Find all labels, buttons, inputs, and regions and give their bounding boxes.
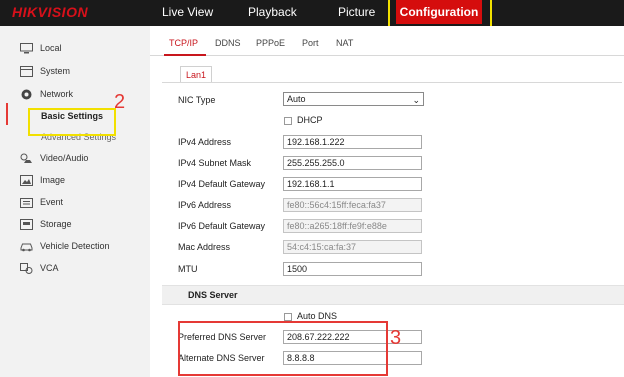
sidebar-item-video-audio[interactable]: Video/Audio — [0, 150, 150, 170]
mtu-label: MTU — [178, 264, 198, 274]
sidebar-item-label: Local — [40, 43, 62, 53]
ipv4-mask-label: IPv4 Subnet Mask — [178, 158, 252, 168]
sidebar-item-label: System — [40, 66, 71, 76]
ipv4-address-label: IPv4 Address — [178, 137, 232, 147]
network-icon — [21, 89, 32, 100]
tab-ddns[interactable]: DDNS — [215, 38, 241, 48]
dhcp-label: DHCP — [297, 115, 323, 125]
ipv6-gateway-field: fe80::a265:18ff:fe9f:e88e — [283, 219, 422, 233]
sidebar-item-label: Network — [40, 89, 74, 99]
annotation-box-3 — [178, 321, 388, 376]
nic-type-value: Auto — [287, 94, 306, 104]
dhcp-checkbox[interactable] — [284, 117, 292, 125]
system-icon — [20, 66, 33, 77]
mac-address-label: Mac Address — [178, 242, 231, 252]
sidebar-item-vca[interactable]: VCA — [0, 260, 150, 280]
ipv6-address-label: IPv6 Address — [178, 200, 232, 210]
monitor-icon — [20, 43, 33, 54]
ipv4-mask-field[interactable]: 255.255.255.0 — [283, 156, 422, 170]
nic-type-select[interactable]: Auto ⌄ — [283, 92, 424, 106]
sidebar-item-storage[interactable]: Storage — [0, 216, 150, 236]
event-icon — [20, 198, 33, 208]
vca-icon — [20, 263, 33, 274]
chevron-down-icon: ⌄ — [412, 95, 420, 105]
tab-tcp-ip[interactable]: TCP/IP — [169, 38, 198, 48]
annotation-number-3: 3 — [390, 327, 402, 349]
ipv6-address-field: fe80::56c4:15ff:feca:fa37 — [283, 198, 422, 212]
tab-lan1[interactable]: Lan1 — [180, 66, 212, 82]
sidebar-item-system[interactable]: System — [0, 63, 150, 83]
mac-address-field: 54:c4:15:ca:fa:37 — [283, 240, 422, 254]
ipv4-gateway-label: IPv4 Default Gateway — [178, 179, 266, 189]
vehicle-icon — [20, 243, 33, 252]
mtu-field[interactable]: 1500 — [283, 262, 422, 276]
sidebar-item-vehicle-detection[interactable]: Vehicle Detection — [0, 238, 150, 258]
nav-playback[interactable]: Playback — [248, 5, 297, 19]
hikvision-logo: HIKVISION — [12, 4, 89, 20]
tab-nat[interactable]: NAT — [336, 38, 353, 48]
nav-picture[interactable]: Picture — [338, 5, 375, 19]
sidebar-item-image[interactable]: Image — [0, 172, 150, 192]
top-nav-bar: HIKVISION Live View Playback Picture Con… — [0, 0, 624, 26]
sidebar-item-label: Image — [40, 175, 66, 185]
ipv4-address-field[interactable]: 192.168.1.222 — [283, 135, 422, 149]
page: HIKVISION Live View Playback Picture Con… — [0, 0, 624, 377]
dns-section-title: DNS Server — [188, 290, 238, 300]
sidebar-item-local[interactable]: Local — [0, 40, 150, 60]
tab-port[interactable]: Port — [302, 38, 319, 48]
nic-type-label: NIC Type — [178, 95, 216, 105]
sidebar-item-label: Vehicle Detection — [40, 241, 110, 251]
protocol-tabs: TCP/IP DDNS PPPoE Port NAT — [150, 26, 624, 56]
image-icon — [20, 175, 33, 186]
annotation-box-2 — [28, 108, 116, 136]
nav-live-view[interactable]: Live View — [162, 5, 213, 19]
video-audio-icon — [20, 153, 32, 163]
sidebar-item-event[interactable]: Event — [0, 194, 150, 214]
ipv6-gateway-label: IPv6 Default Gateway — [178, 221, 266, 231]
sidebar-item-label: Storage — [40, 219, 72, 229]
sidebar-item-label: VCA — [40, 263, 59, 273]
ipv4-gateway-field[interactable]: 192.168.1.1 — [283, 177, 422, 191]
sidebar-item-label: Event — [40, 197, 64, 207]
divider — [162, 82, 622, 83]
active-tab-indicator — [164, 54, 206, 56]
storage-icon — [20, 219, 33, 230]
tab-pppoe[interactable]: PPPoE — [256, 38, 285, 48]
sidebar-item-label: Video/Audio — [40, 153, 89, 163]
auto-dns-checkbox[interactable] — [284, 313, 292, 321]
active-section-marker — [6, 103, 8, 125]
auto-dns-label: Auto DNS — [297, 311, 338, 321]
sidebar-item-network[interactable]: Network — [0, 86, 150, 106]
annotation-number-2: 2 — [114, 91, 126, 113]
